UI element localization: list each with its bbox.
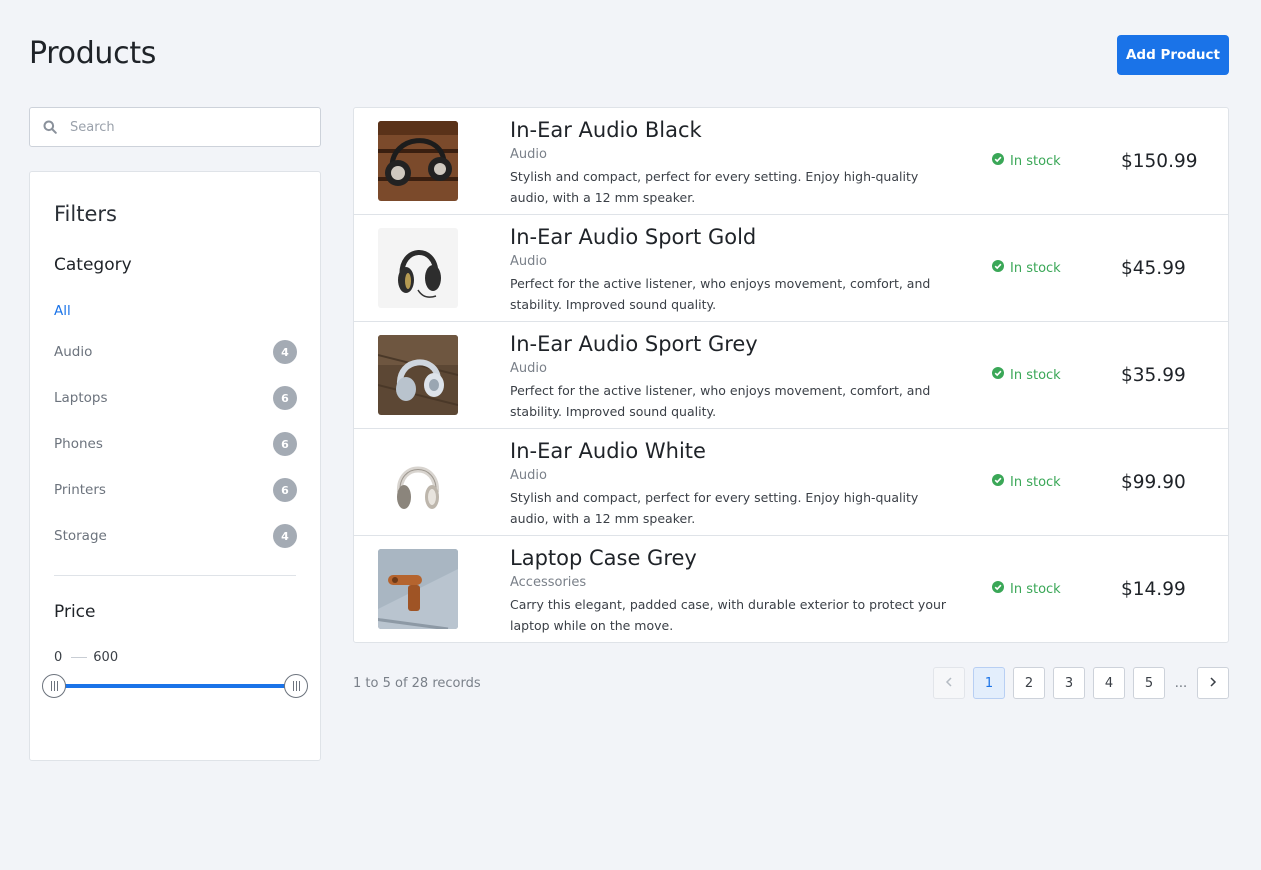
- chevron-right-icon: [1209, 676, 1217, 691]
- page-button-3[interactable]: 3: [1053, 667, 1085, 699]
- stock-status: In stock: [992, 260, 1061, 276]
- category-count-badge: 4: [273, 524, 297, 548]
- search-input[interactable]: [70, 119, 320, 135]
- product-name[interactable]: In-Ear Audio Black: [510, 118, 702, 142]
- category-item-laptops[interactable]: Laptops 6: [54, 375, 297, 421]
- price-slider-max-handle[interactable]: [284, 674, 308, 698]
- category-title: Category: [54, 255, 132, 275]
- product-category: Audio: [510, 468, 547, 483]
- product-description: Carry this elegant, padded case, with du…: [510, 597, 947, 633]
- search-box: [29, 107, 321, 147]
- category-label: Audio: [54, 344, 93, 360]
- price-range-dash: [71, 657, 88, 658]
- product-name[interactable]: In-Ear Audio Sport Grey: [510, 332, 758, 356]
- price-range-readout: 0 600: [54, 650, 118, 665]
- page-button-4[interactable]: 4: [1093, 667, 1125, 699]
- records-count: 1 to 5 of 28 records: [353, 676, 481, 691]
- category-label: Phones: [54, 436, 103, 452]
- product-row[interactable]: In-Ear Audio Sport Grey Audio Perfect fo…: [354, 322, 1228, 429]
- product-image[interactable]: [378, 335, 458, 415]
- filters-panel: Filters Category All Audio 4 Laptops 6 P…: [29, 171, 321, 761]
- product-name[interactable]: Laptop Case Grey: [510, 546, 697, 570]
- category-item-audio[interactable]: Audio 4: [54, 329, 297, 375]
- category-list: Audio 4 Laptops 6 Phones 6 Printers 6 St…: [54, 329, 297, 559]
- product-category: Accessories: [510, 575, 587, 590]
- category-count-badge: 6: [273, 386, 297, 410]
- category-label: Storage: [54, 528, 107, 544]
- check-circle-icon: [992, 260, 1004, 276]
- next-page-button[interactable]: [1197, 667, 1229, 699]
- price-slider-min-handle[interactable]: [42, 674, 66, 698]
- stock-label: In stock: [1010, 581, 1061, 597]
- page-button-1[interactable]: 1: [973, 667, 1005, 699]
- product-price: $35.99: [1121, 365, 1186, 386]
- product-price: $45.99: [1121, 258, 1186, 279]
- product-name[interactable]: In-Ear Audio White: [510, 439, 706, 463]
- stock-status: In stock: [992, 474, 1061, 490]
- product-row[interactable]: In-Ear Audio White Audio Stylish and com…: [354, 429, 1228, 536]
- price-max-value: 600: [93, 650, 119, 665]
- product-description: Perfect for the active listener, who enj…: [510, 383, 931, 419]
- product-description: Perfect for the active listener, who enj…: [510, 276, 931, 312]
- category-count-badge: 4: [273, 340, 297, 364]
- check-circle-icon: [992, 153, 1004, 169]
- product-category: Audio: [510, 361, 547, 376]
- product-price: $14.99: [1121, 579, 1186, 600]
- check-circle-icon: [992, 367, 1004, 383]
- stock-status: In stock: [992, 153, 1061, 169]
- product-image[interactable]: [378, 442, 458, 522]
- product-list: In-Ear Audio Black Audio Stylish and com…: [353, 107, 1229, 643]
- page-button-5[interactable]: 5: [1133, 667, 1165, 699]
- product-description: Stylish and compact, perfect for every s…: [510, 490, 919, 526]
- product-image[interactable]: [378, 121, 458, 201]
- category-all-link[interactable]: All: [54, 303, 71, 319]
- product-row[interactable]: In-Ear Audio Black Audio Stylish and com…: [354, 108, 1228, 215]
- product-image[interactable]: [378, 549, 458, 629]
- stock-status: In stock: [992, 581, 1061, 597]
- product-price: $99.90: [1121, 472, 1186, 493]
- stock-label: In stock: [1010, 474, 1061, 490]
- product-image[interactable]: [378, 228, 458, 308]
- price-title: Price: [54, 602, 96, 622]
- product-price: $150.99: [1121, 151, 1198, 172]
- search-icon: [30, 120, 70, 134]
- check-circle-icon: [992, 581, 1004, 597]
- category-item-printers[interactable]: Printers 6: [54, 467, 297, 513]
- prev-page-button[interactable]: [933, 667, 965, 699]
- chevron-left-icon: [945, 676, 953, 691]
- category-item-storage[interactable]: Storage 4: [54, 513, 297, 559]
- pagination: 1 2 3 4 5 ...: [933, 667, 1229, 699]
- price-min-value: 0: [54, 650, 63, 665]
- stock-label: In stock: [1010, 153, 1061, 169]
- pagination-ellipsis: ...: [1174, 675, 1188, 691]
- stock-label: In stock: [1010, 260, 1061, 276]
- product-row[interactable]: Laptop Case Grey Accessories Carry this …: [354, 536, 1228, 642]
- page-button-2[interactable]: 2: [1013, 667, 1045, 699]
- stock-status: In stock: [992, 367, 1061, 383]
- category-label: Printers: [54, 482, 106, 498]
- price-slider-track[interactable]: [54, 684, 296, 688]
- stock-label: In stock: [1010, 367, 1061, 383]
- product-name[interactable]: In-Ear Audio Sport Gold: [510, 225, 756, 249]
- page-title: Products: [29, 36, 157, 71]
- product-category: Audio: [510, 147, 547, 162]
- category-count-badge: 6: [273, 432, 297, 456]
- category-item-phones[interactable]: Phones 6: [54, 421, 297, 467]
- product-category: Audio: [510, 254, 547, 269]
- category-label: Laptops: [54, 390, 108, 406]
- check-circle-icon: [992, 474, 1004, 490]
- filters-title: Filters: [54, 202, 117, 226]
- add-product-button[interactable]: Add Product: [1117, 35, 1229, 75]
- product-row[interactable]: In-Ear Audio Sport Gold Audio Perfect fo…: [354, 215, 1228, 322]
- product-description: Stylish and compact, perfect for every s…: [510, 169, 919, 205]
- filters-divider: [54, 575, 296, 576]
- category-count-badge: 6: [273, 478, 297, 502]
